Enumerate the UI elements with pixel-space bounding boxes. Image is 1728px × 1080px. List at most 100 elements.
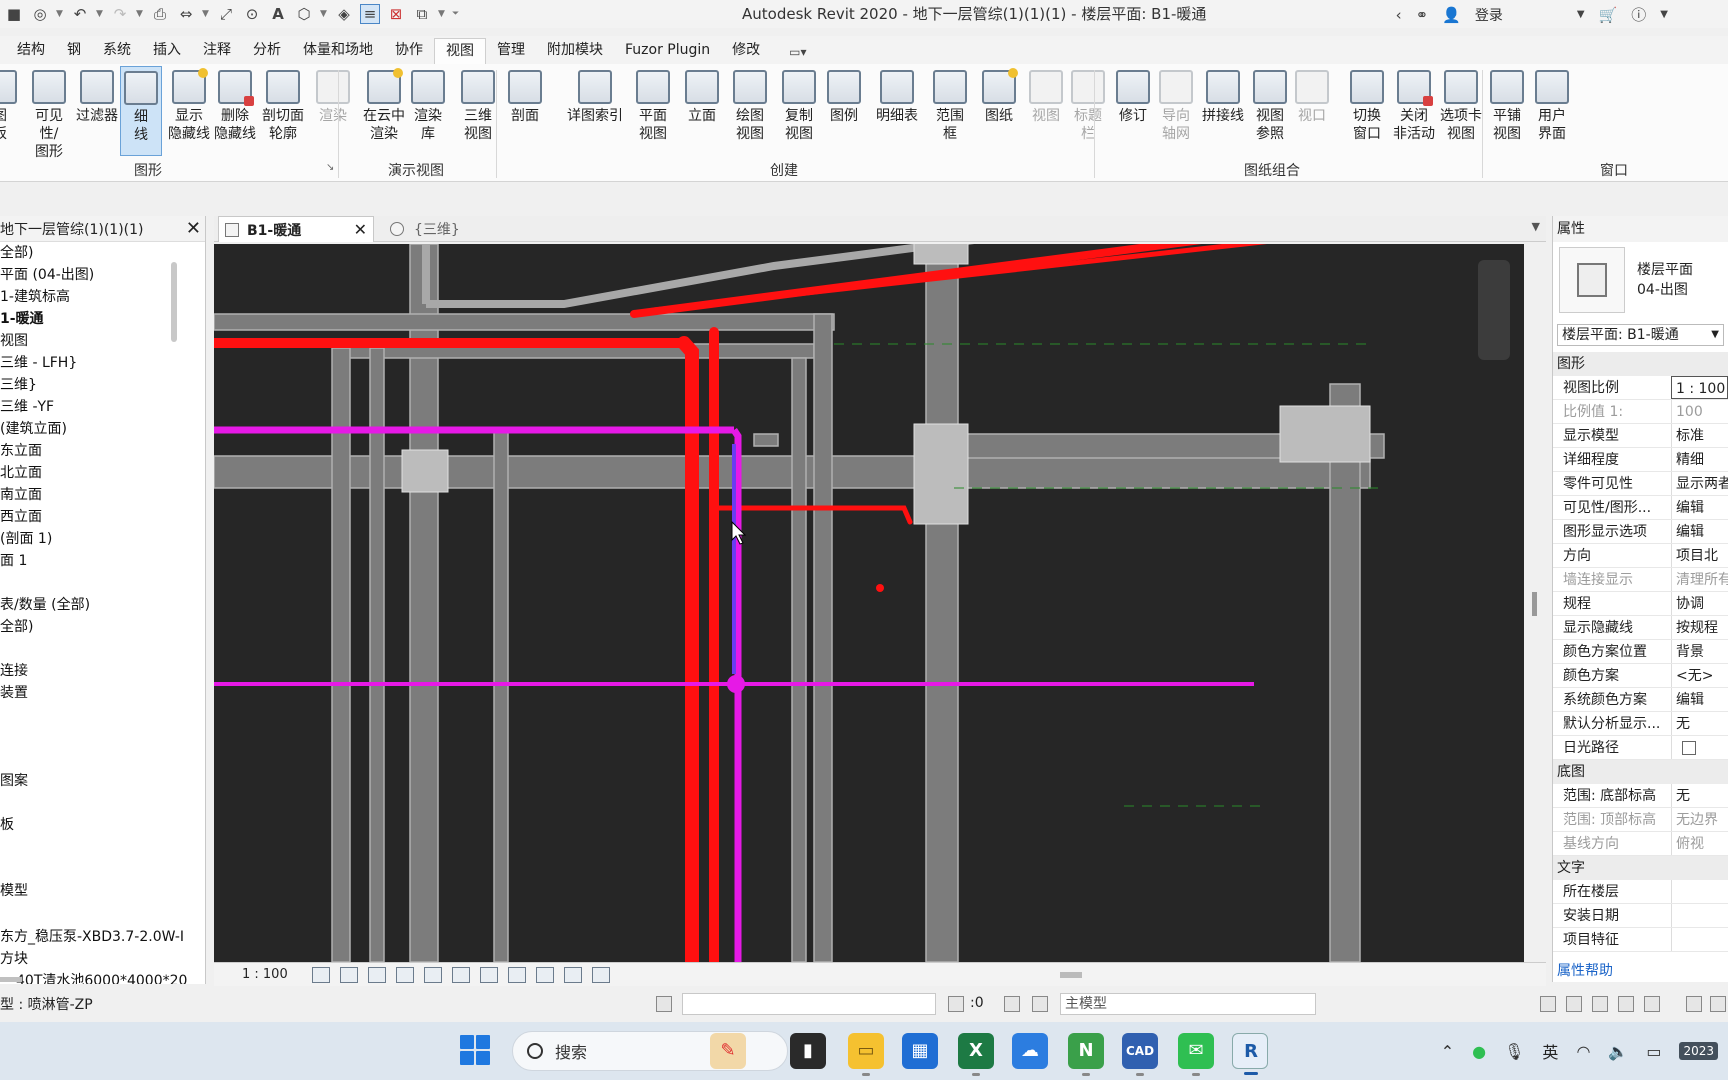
shadows-icon[interactable] bbox=[395, 966, 414, 983]
chevron-down-icon[interactable]: ▼ bbox=[1532, 220, 1540, 233]
sync-icon[interactable]: ◎ bbox=[30, 4, 50, 24]
browser-tree-item[interactable]: 方块 bbox=[0, 948, 28, 968]
microphone-icon[interactable]: 🎙 bbox=[1504, 1042, 1524, 1061]
browser-tree-item[interactable]: 40T清水池6000*4000*20 bbox=[16, 970, 187, 984]
ribbon-panel-label[interactable]: 演示视图 bbox=[388, 160, 444, 180]
ribbon-button[interactable]: 复制 视图 bbox=[776, 66, 822, 156]
drag-elements-icon[interactable] bbox=[1644, 996, 1660, 1012]
property-group-header[interactable]: 图形 bbox=[1553, 352, 1728, 376]
background-process-icon[interactable] bbox=[1686, 996, 1702, 1012]
tag-icon[interactable]: ⊙ bbox=[242, 4, 262, 24]
ribbon-button[interactable]: 显示 隐藏线 bbox=[166, 66, 212, 156]
ribbon-tab[interactable]: 注释 bbox=[192, 38, 242, 64]
close-hidden-icon[interactable]: ⊠ bbox=[386, 4, 406, 24]
ribbon-button[interactable]: 过滤器 bbox=[74, 66, 120, 156]
browser-tree-item[interactable]: 模型 bbox=[0, 880, 28, 900]
navigation-bar[interactable] bbox=[1478, 260, 1510, 360]
property-value[interactable]: 编辑 bbox=[1671, 496, 1728, 519]
volume-icon[interactable]: 🔈 bbox=[1608, 1042, 1628, 1061]
measure-icon[interactable]: ⇔ bbox=[176, 4, 196, 24]
text-icon[interactable]: A bbox=[268, 4, 288, 24]
select-underlay-icon[interactable] bbox=[1566, 996, 1582, 1012]
dropdown-icon[interactable]: ▼ bbox=[96, 9, 104, 19]
ribbon-button[interactable]: 详图索引 bbox=[560, 66, 630, 156]
ribbon-button[interactable]: 选项卡 视图 bbox=[1438, 66, 1484, 156]
browser-tree-item[interactable]: 表/数量 (全部) bbox=[0, 594, 90, 614]
property-group-header[interactable]: 文字 bbox=[1553, 856, 1728, 880]
photos-app-icon[interactable]: ☁ bbox=[1012, 1033, 1048, 1069]
browser-tree-item[interactable]: 板 bbox=[0, 814, 14, 834]
browser-tree-item[interactable]: 三维} bbox=[0, 374, 37, 394]
ribbon-tab[interactable]: 系统 bbox=[92, 38, 142, 64]
ribbon-button[interactable]: 渲染 库 bbox=[406, 66, 450, 156]
vertical-scrollbar[interactable] bbox=[1532, 592, 1537, 616]
ribbon-minimize-icon[interactable]: ▭▾ bbox=[789, 40, 806, 64]
filter-icon[interactable] bbox=[1710, 996, 1726, 1012]
browser-tree-item[interactable]: 东方_稳压泵-XBD3.7-2.0W-I bbox=[0, 926, 184, 946]
cart-icon[interactable]: 🛒 bbox=[1599, 6, 1618, 24]
close-icon[interactable]: ✕ bbox=[186, 218, 201, 239]
highlight-icon[interactable] bbox=[591, 966, 610, 983]
type-selector[interactable]: 楼层平面 04-出图 bbox=[1553, 242, 1728, 318]
horizontal-scrollbar[interactable] bbox=[0, 977, 22, 982]
wifi-icon[interactable]: ◠ bbox=[1576, 1042, 1590, 1061]
show-crop-icon[interactable] bbox=[451, 966, 470, 983]
help-icon[interactable]: ⓘ bbox=[1631, 4, 1646, 25]
ribbon-button[interactable]: 范围 框 bbox=[928, 66, 972, 156]
ribbon-panel-label[interactable]: 窗口 bbox=[1600, 160, 1628, 180]
chevron-down-icon[interactable]: ▼ bbox=[1660, 9, 1668, 20]
detail-level-icon[interactable] bbox=[311, 966, 330, 983]
ribbon-button[interactable]: 视图 参照 bbox=[1248, 66, 1292, 156]
browser-tree-item[interactable]: 视图 bbox=[0, 330, 28, 350]
exclude-options-icon[interactable] bbox=[1032, 996, 1048, 1012]
worksharing-icon[interactable] bbox=[535, 966, 554, 983]
property-value[interactable]: 编辑 bbox=[1671, 688, 1728, 711]
ribbon-button[interactable]: 细 线 bbox=[120, 66, 162, 156]
ribbon-button[interactable]: 图例 bbox=[822, 66, 866, 156]
browser-tree-item[interactable]: (剖面 1) bbox=[0, 528, 52, 548]
close-icon[interactable]: ✕ bbox=[354, 220, 367, 239]
design-option-dropdown[interactable]: 主模型 bbox=[1060, 993, 1316, 1015]
instance-dropdown[interactable]: 楼层平面: B1-暖通 ▼ bbox=[1557, 324, 1724, 346]
property-value[interactable]: 项目北 bbox=[1671, 544, 1728, 567]
ribbon-tab[interactable]: 体量和场地 bbox=[292, 38, 384, 64]
ribbon-button[interactable]: 剖面 bbox=[502, 66, 548, 156]
select-links-icon[interactable] bbox=[1540, 996, 1556, 1012]
tab-b1-hvac[interactable]: B1-暖通 ✕ bbox=[218, 216, 374, 242]
ribbon-button[interactable]: 平面 视图 bbox=[630, 66, 676, 156]
workset-dropdown[interactable] bbox=[682, 993, 936, 1015]
clock[interactable]: 2023 bbox=[1679, 1042, 1718, 1060]
select-pinned-icon[interactable] bbox=[1592, 996, 1608, 1012]
browser-tree-item[interactable]: 装置 bbox=[0, 682, 28, 702]
login-link[interactable]: 登录 bbox=[1475, 5, 1503, 25]
ribbon-panel-label[interactable]: 图纸组合 bbox=[1244, 160, 1300, 180]
chevron-down-icon[interactable]: ▼ bbox=[1577, 9, 1585, 20]
property-value[interactable] bbox=[1671, 904, 1728, 927]
tab-3d-view[interactable]: {三维} bbox=[380, 216, 460, 242]
browser-tree-item[interactable]: 南立面 bbox=[0, 484, 42, 504]
store-app-icon[interactable]: ▦ bbox=[902, 1033, 938, 1069]
ribbon-button[interactable]: 切换 窗口 bbox=[1346, 66, 1388, 156]
browser-tree-item[interactable]: 面 1 bbox=[0, 550, 27, 570]
chevron-left-icon[interactable]: ‹ bbox=[1396, 6, 1402, 24]
sun-path-icon[interactable] bbox=[367, 966, 386, 983]
property-value[interactable]: 标准 bbox=[1671, 424, 1728, 447]
dropdown-icon[interactable]: ▼ bbox=[320, 9, 328, 19]
paint-app-icon[interactable]: ✎ bbox=[710, 1033, 746, 1069]
dropdown-icon[interactable]: ▼ bbox=[438, 9, 446, 19]
ribbon-button[interactable]: 平铺 视图 bbox=[1486, 66, 1528, 156]
ribbon-tab[interactable]: 视图 bbox=[434, 38, 486, 64]
browser-tree-item[interactable]: 平面 (04-出图) bbox=[0, 264, 94, 284]
property-value[interactable]: 无 bbox=[1671, 712, 1728, 735]
excel-app-icon[interactable]: X bbox=[958, 1033, 994, 1076]
3d-view-icon[interactable]: ⬡ bbox=[294, 4, 314, 24]
ribbon-tab[interactable]: 管理 bbox=[486, 38, 536, 64]
reveal-hidden-icon[interactable] bbox=[507, 966, 526, 983]
ribbon-button[interactable]: 三维 视图 bbox=[456, 66, 500, 156]
print-icon[interactable]: ⎙ bbox=[150, 4, 170, 24]
drawing-canvas[interactable] bbox=[214, 244, 1524, 962]
binoculars-icon[interactable]: ⚭ bbox=[1416, 6, 1429, 24]
ribbon-tab[interactable]: 修改 bbox=[721, 38, 771, 64]
ribbon-tab[interactable]: 插入 bbox=[142, 38, 192, 64]
undo-icon[interactable]: ↶ bbox=[70, 4, 90, 24]
